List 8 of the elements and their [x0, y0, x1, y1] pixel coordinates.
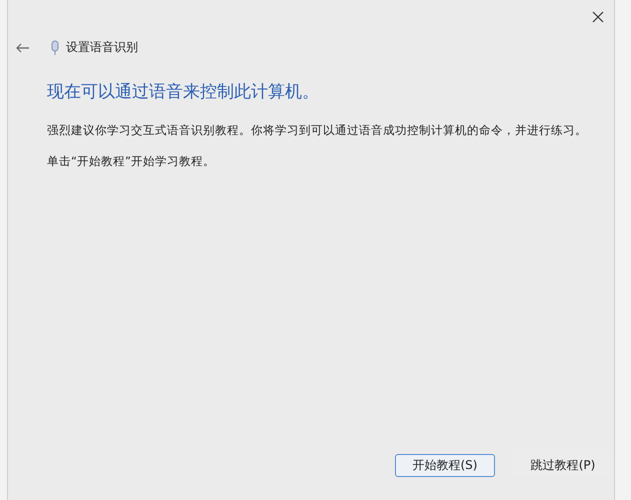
- instruction-text: 单击“开始教程”开始学习教程。: [47, 154, 216, 169]
- microphone-icon: [50, 40, 60, 56]
- back-icon[interactable]: [16, 42, 30, 52]
- window-title: 设置语音识别: [66, 39, 138, 56]
- heading: 现在可以通过语音来控制此计算机。: [47, 81, 320, 103]
- close-icon[interactable]: [592, 11, 604, 23]
- dialog-button[interactable]: 开始教程(S): [395, 454, 495, 477]
- instruction-text: 强烈建议你学习交互式语音识别教程。你将学习到可以通过语音成功控制计算机的命令，并进行练习。: [47, 123, 588, 138]
